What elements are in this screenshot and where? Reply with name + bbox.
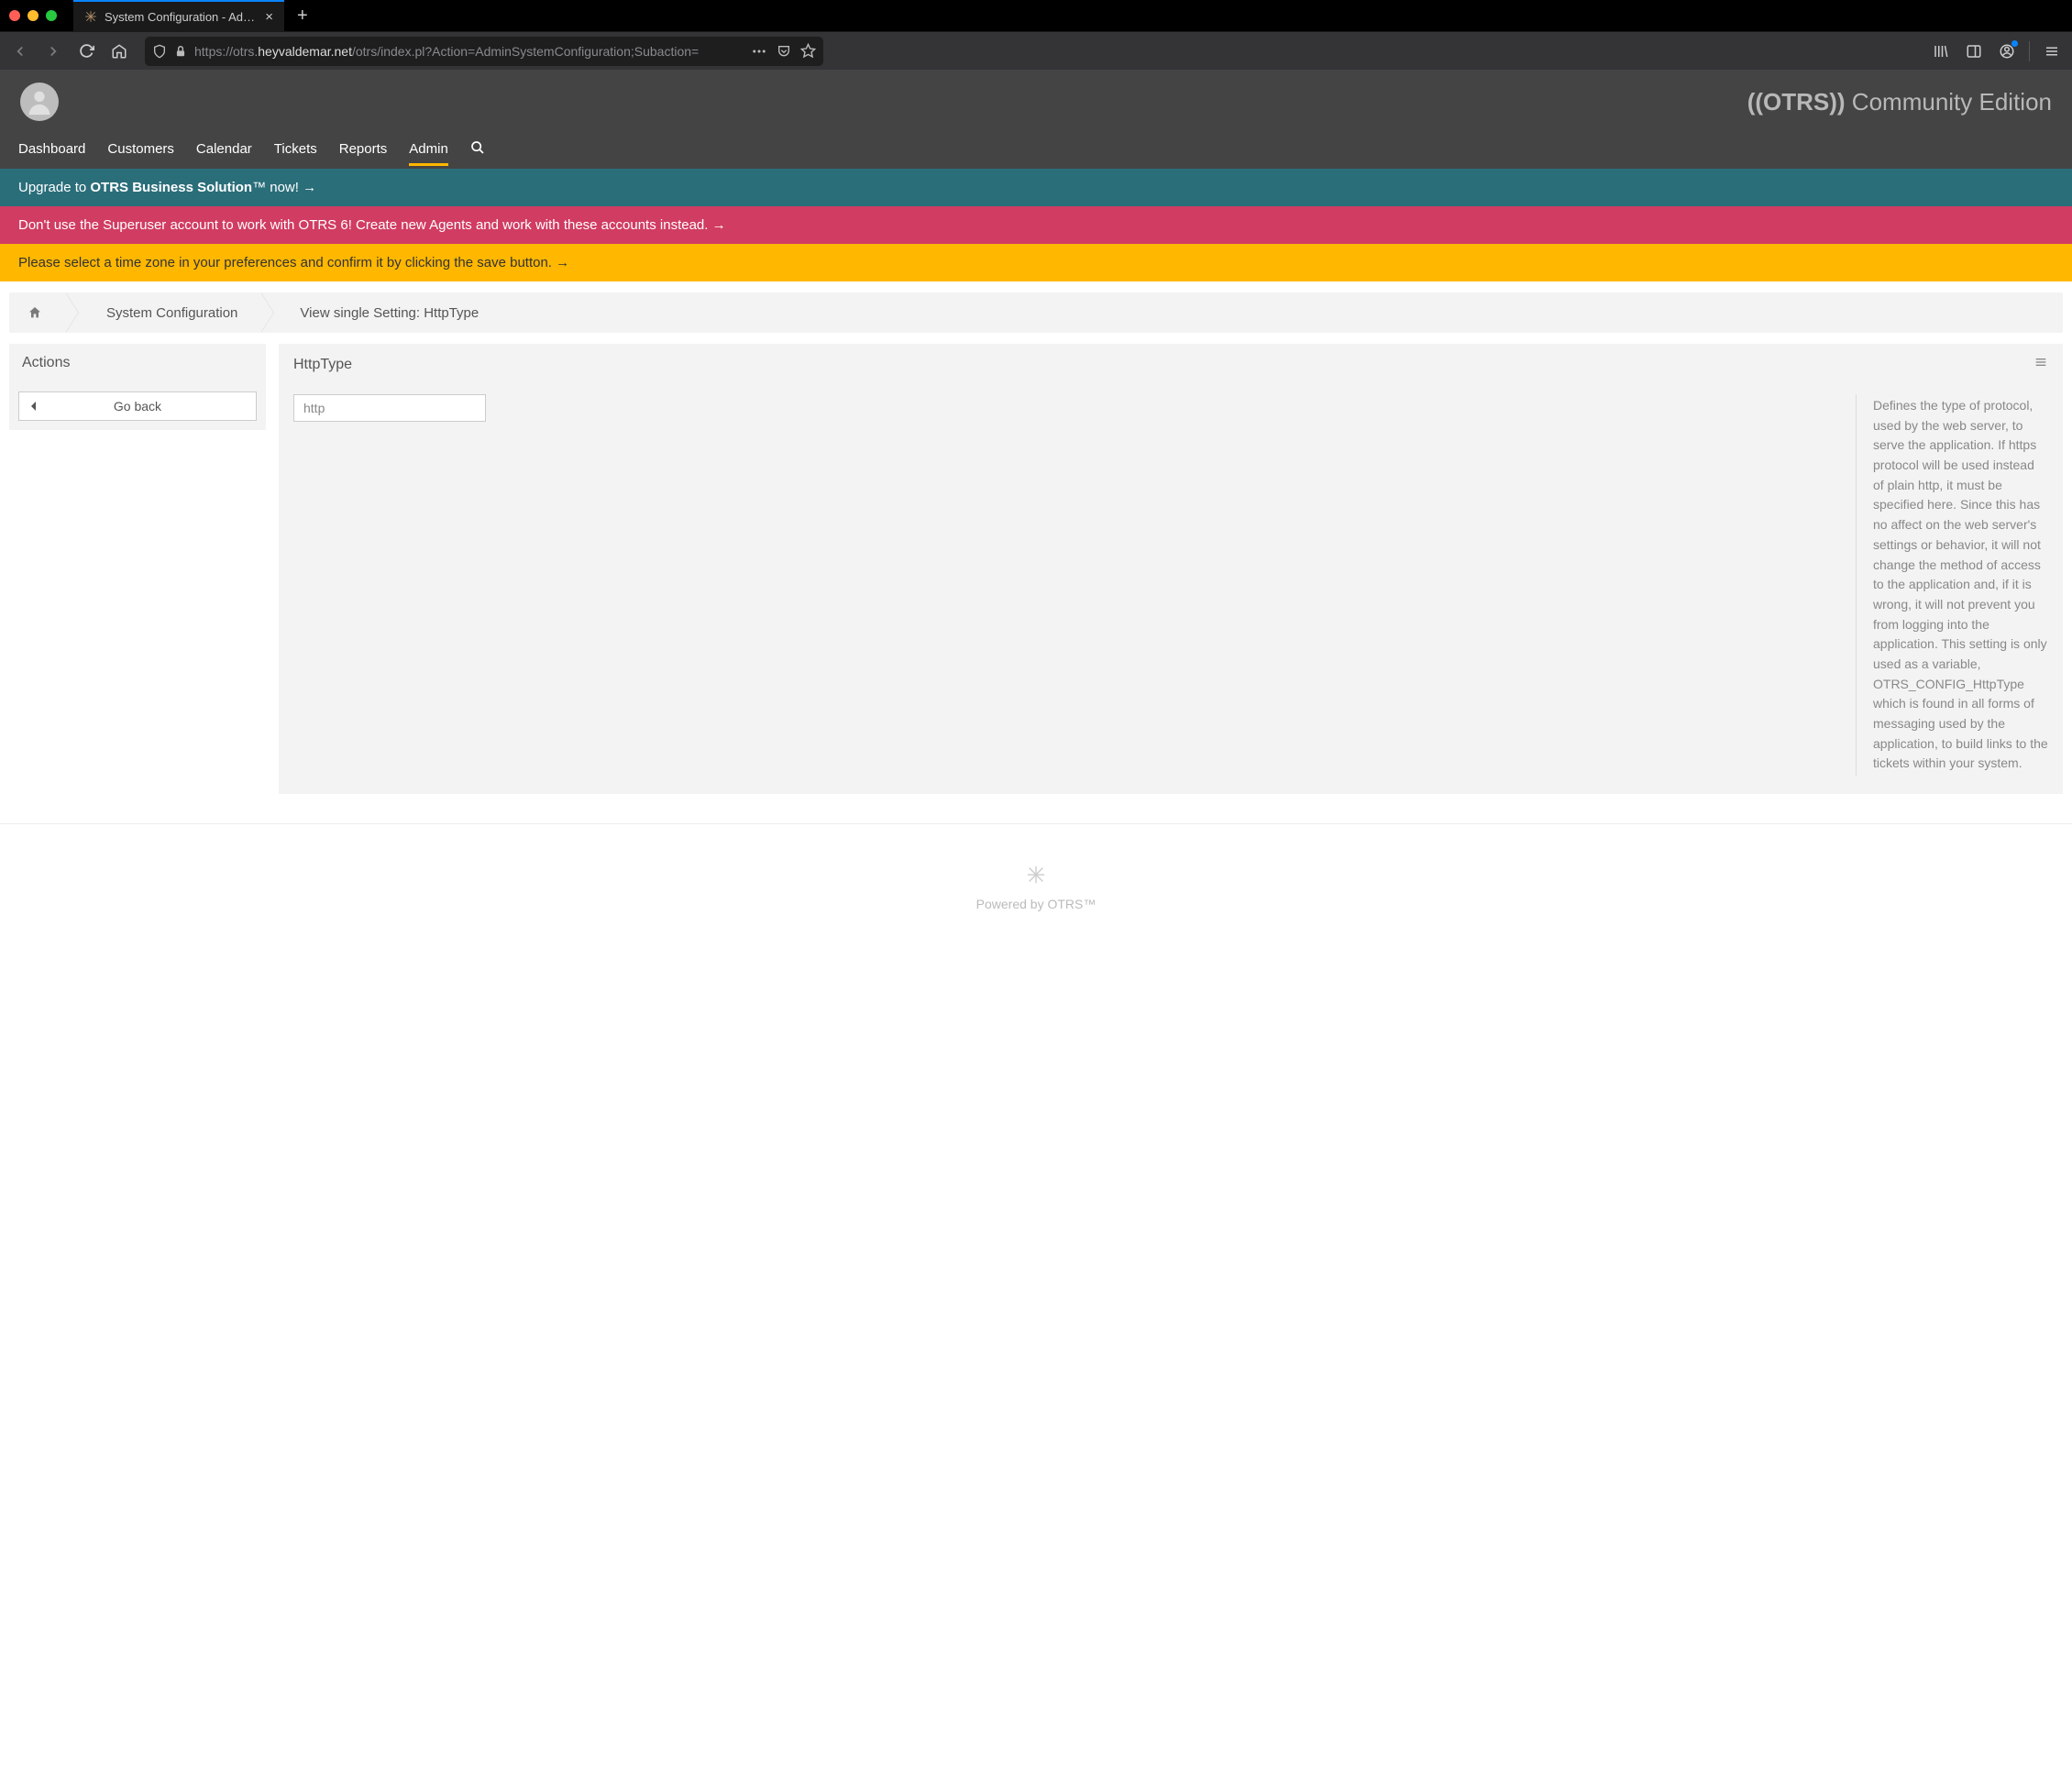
breadcrumb-separator bbox=[261, 292, 274, 333]
app-header: ((OTRS)) Community Edition Dashboard Cus… bbox=[0, 70, 2072, 169]
setting-panel: HttpType http Defines the type of protoc… bbox=[279, 344, 2063, 794]
url-prefix: https://otrs. bbox=[194, 44, 258, 59]
window-maximize-button[interactable] bbox=[46, 10, 57, 21]
pocket-icon[interactable] bbox=[777, 44, 791, 59]
banner-superuser-text: Don't use the Superuser account to work … bbox=[18, 217, 726, 233]
window-controls bbox=[9, 10, 57, 21]
caret-left-icon bbox=[30, 399, 38, 413]
avatar[interactable] bbox=[20, 83, 59, 121]
banner-upgrade[interactable]: Upgrade to OTRS Business Solution™ now! … bbox=[0, 169, 2072, 206]
window-close-button[interactable] bbox=[9, 10, 20, 21]
new-tab-button[interactable]: + bbox=[284, 6, 321, 27]
bookmark-star-icon[interactable] bbox=[800, 43, 816, 59]
notification-dot-icon bbox=[2011, 40, 2018, 47]
url-path: /otrs/index.pl?Action=AdminSystemConfigu… bbox=[352, 44, 699, 59]
setting-title: HttpType bbox=[293, 357, 352, 373]
panel-menu-button[interactable] bbox=[2033, 355, 2048, 374]
home-icon bbox=[28, 305, 42, 320]
breadcrumb-separator bbox=[66, 292, 79, 333]
sidebar-title: Actions bbox=[9, 344, 266, 382]
account-icon[interactable] bbox=[1992, 37, 2022, 66]
banner-timezone-warning[interactable]: Please select a time zone in your prefer… bbox=[0, 244, 2072, 281]
back-button[interactable] bbox=[6, 37, 35, 66]
nav-admin[interactable]: Admin bbox=[409, 132, 448, 166]
nav-customers[interactable]: Customers bbox=[107, 132, 174, 166]
banner-timezone-text: Please select a time zone in your prefer… bbox=[18, 255, 569, 270]
tab-close-button[interactable]: × bbox=[265, 10, 273, 24]
brand-rest: Community Edition bbox=[1846, 88, 2052, 116]
banner-superuser-warning[interactable]: Don't use the Superuser account to work … bbox=[0, 206, 2072, 244]
more-icon[interactable] bbox=[751, 43, 767, 60]
shield-icon bbox=[152, 44, 167, 59]
breadcrumb: System Configuration View single Setting… bbox=[9, 292, 2063, 333]
go-back-label: Go back bbox=[114, 399, 161, 413]
url-domain: heyvaldemar.net bbox=[258, 44, 352, 59]
setting-description: Defines the type of protocol, used by th… bbox=[1856, 394, 2048, 776]
breadcrumb-home[interactable] bbox=[9, 292, 66, 333]
browser-tab[interactable]: System Configuration - Admin - × bbox=[73, 0, 284, 31]
setting-value-input[interactable]: http bbox=[293, 394, 486, 422]
nav-calendar[interactable]: Calendar bbox=[196, 132, 252, 166]
tab-favicon-icon bbox=[84, 10, 97, 23]
main-nav: Dashboard Customers Calendar Tickets Rep… bbox=[0, 128, 2072, 169]
footer: Powered by OTRS™ bbox=[0, 843, 2072, 948]
go-back-button[interactable]: Go back bbox=[18, 391, 257, 421]
reload-button[interactable] bbox=[72, 37, 101, 66]
breadcrumb-level2: View single Setting: HttpType bbox=[274, 305, 497, 321]
brand-strong: ((OTRS)) bbox=[1747, 88, 1846, 116]
navigation-bar: https://otrs.heyvaldemar.net/otrs/index.… bbox=[0, 31, 2072, 70]
window-minimize-button[interactable] bbox=[28, 10, 39, 21]
tab-title: System Configuration - Admin - bbox=[105, 10, 258, 24]
banner-upgrade-text: Upgrade to OTRS Business Solution™ now! … bbox=[18, 180, 316, 195]
breadcrumb-level1[interactable]: System Configuration bbox=[79, 292, 261, 333]
brand-label: ((OTRS)) Community Edition bbox=[1747, 88, 2052, 116]
lock-icon bbox=[174, 45, 187, 58]
address-bar[interactable]: https://otrs.heyvaldemar.net/otrs/index.… bbox=[145, 37, 823, 66]
divider bbox=[0, 823, 2072, 824]
browser-chrome: System Configuration - Admin - × + https… bbox=[0, 0, 2072, 70]
home-button[interactable] bbox=[105, 37, 134, 66]
setting-value-text: http bbox=[303, 401, 325, 415]
hamburger-menu-button[interactable] bbox=[2037, 37, 2066, 66]
nav-reports[interactable]: Reports bbox=[339, 132, 388, 166]
sidebar-actions-panel: Actions Go back bbox=[9, 344, 266, 430]
footer-logo-icon bbox=[0, 865, 2072, 888]
library-icon[interactable] bbox=[1926, 37, 1956, 66]
tab-bar: System Configuration - Admin - × + bbox=[0, 0, 2072, 31]
url-text: https://otrs.heyvaldemar.net/otrs/index.… bbox=[194, 44, 744, 59]
nav-search-button[interactable] bbox=[470, 140, 485, 158]
forward-button[interactable] bbox=[39, 37, 68, 66]
sidebar-toggle-icon[interactable] bbox=[1959, 37, 1989, 66]
footer-powered-by: Powered by OTRS™ bbox=[0, 897, 2072, 911]
divider bbox=[2029, 41, 2030, 61]
nav-tickets[interactable]: Tickets bbox=[274, 132, 317, 166]
nav-dashboard[interactable]: Dashboard bbox=[18, 132, 85, 166]
